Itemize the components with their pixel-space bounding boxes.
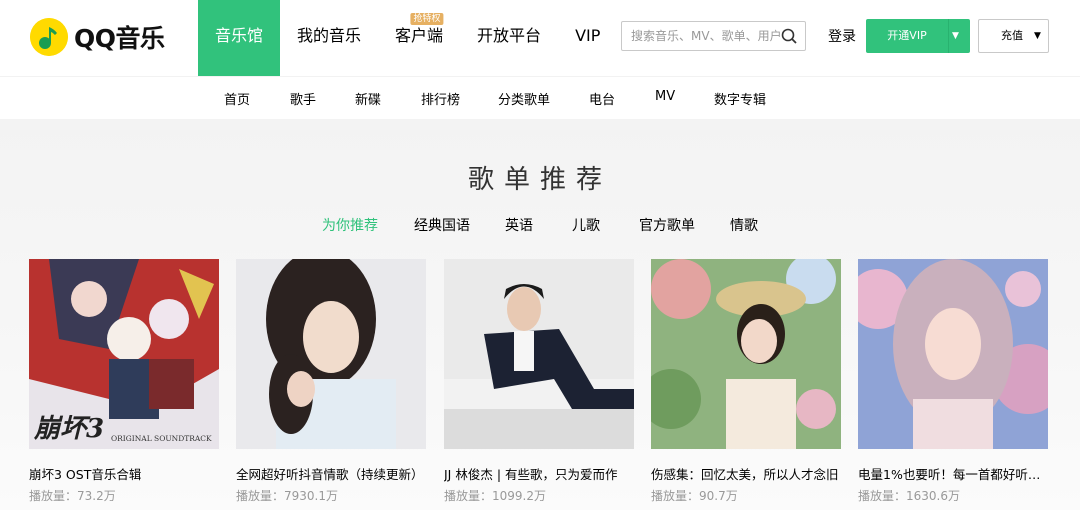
playlist-cover[interactable] [236,259,426,449]
sub-nav-charts[interactable]: 排行榜 [421,89,460,108]
playlist-title[interactable]: 伤感集：回忆太美，所以人才念旧 [651,464,841,483]
logo-text: QQ音乐 [74,24,165,53]
tab-classic-mandarin[interactable]: 经典国语 [414,215,470,235]
sub-nav-new-albums[interactable]: 新碟 [355,89,381,108]
main-nav-music-hall[interactable]: 音乐馆 [198,0,281,76]
svg-text:崩坏3: 崩坏3 [33,414,104,444]
sub-nav-radio[interactable]: 电台 [589,89,615,108]
main-nav: 音乐馆 我的音乐 客户端 抢特权 开放平台 VIP [198,0,617,76]
main-nav-vip[interactable]: VIP [558,0,617,76]
tab-official[interactable]: 官方歌单 [639,215,695,235]
open-vip-label: 开通VIP [887,29,927,42]
play-count: 播放量：90.7万 [651,489,738,503]
caret-down-icon: ▼ [1034,31,1041,41]
tab-for-you[interactable]: 为你推荐 [322,215,378,235]
playlist-title[interactable]: 电量1%也要听！每一首都好听出圈 [858,464,1048,483]
play-count: 播放量：1630.6万 [858,489,960,503]
music-note-logo-icon [30,18,68,56]
privilege-badge: 抢特权 [410,13,444,25]
main-nav-open-platform[interactable]: 开放平台 [460,0,558,76]
playlist-card[interactable]: 全网超好听抖音情歌（持续更新） 播放量：7930.1万 [236,259,426,504]
playlist-title[interactable]: 崩坏3 OST音乐合辑 [29,464,219,483]
play-count: 播放量：73.2万 [29,489,116,503]
sub-nav-mv[interactable]: MV [655,89,675,104]
main-nav-label: 我的音乐 [297,26,362,45]
playlist-cover[interactable] [444,259,634,449]
cover-caption: ORIGINAL SOUNDTRACK [111,434,212,443]
playlist-card[interactable]: 伤感集：回忆太美，所以人才念旧 播放量：90.7万 [651,259,841,504]
main-nav-label: 客户端 [395,26,444,45]
open-vip-button[interactable]: 开通VIP ▼ [866,19,970,53]
section-title: 歌单推荐 [467,165,612,195]
playlist-cover[interactable] [858,259,1048,449]
caret-down-icon[interactable]: ▼ [952,19,959,53]
main-nav-label: 开放平台 [477,26,542,45]
tab-love-songs[interactable]: 情歌 [730,215,758,235]
tab-english[interactable]: 英语 [505,215,533,235]
playlist-cover[interactable]: 崩坏3 ORIGINAL SOUNDTRACK [29,259,219,449]
recharge-label: 充值 [1001,29,1023,42]
main-nav-label: 音乐馆 [215,26,264,45]
playlist-cover[interactable] [651,259,841,449]
playlist-title[interactable]: 全网超好听抖音情歌（持续更新） [236,464,426,483]
tab-kids[interactable]: 儿歌 [572,215,600,235]
play-count: 播放量：7930.1万 [236,489,338,503]
main-nav-client[interactable]: 客户端 抢特权 [378,0,460,76]
play-count: 播放量：1099.2万 [444,489,546,503]
sub-nav-digital-albums[interactable]: 数字专辑 [714,89,766,108]
button-divider [948,19,949,53]
login-link[interactable]: 登录 [828,26,856,46]
playlist-card[interactable]: JJ 林俊杰 | 有些歌，只为爱而作 播放量：1099.2万 [444,259,634,504]
top-header: QQ音乐 音乐馆 我的音乐 客户端 抢特权 开放平台 VIP 登录 开通VIP [0,0,1080,76]
main-nav-label: VIP [575,26,601,45]
search-box [621,21,806,51]
playlist-card[interactable]: 崩坏3 ORIGINAL SOUNDTRACK 崩坏3 OST音乐合辑 播放量：… [29,259,219,504]
playlist-recommend-section: 歌单推荐 为你推荐 经典国语 英语 儿歌 官方歌单 情歌 崩坏3 ORIGINA… [0,119,1080,510]
search-icon[interactable] [781,28,797,48]
sub-nav-singers[interactable]: 歌手 [290,89,316,108]
playlist-card[interactable]: 电量1%也要听！每一首都好听出圈 播放量：1630.6万 [858,259,1048,504]
qq-music-logo[interactable]: QQ音乐 [30,17,165,57]
recharge-button[interactable]: 充值 ▼ [978,19,1049,53]
main-nav-my-music[interactable]: 我的音乐 [280,0,378,76]
sub-nav-home[interactable]: 首页 [224,89,250,108]
playlist-title[interactable]: JJ 林俊杰 | 有些歌，只为爱而作 [444,464,634,483]
sub-nav-playlists[interactable]: 分类歌单 [498,89,550,108]
search-input[interactable] [622,22,781,50]
sub-nav: 首页 歌手 新碟 排行榜 分类歌单 电台 MV 数字专辑 [0,76,1080,120]
